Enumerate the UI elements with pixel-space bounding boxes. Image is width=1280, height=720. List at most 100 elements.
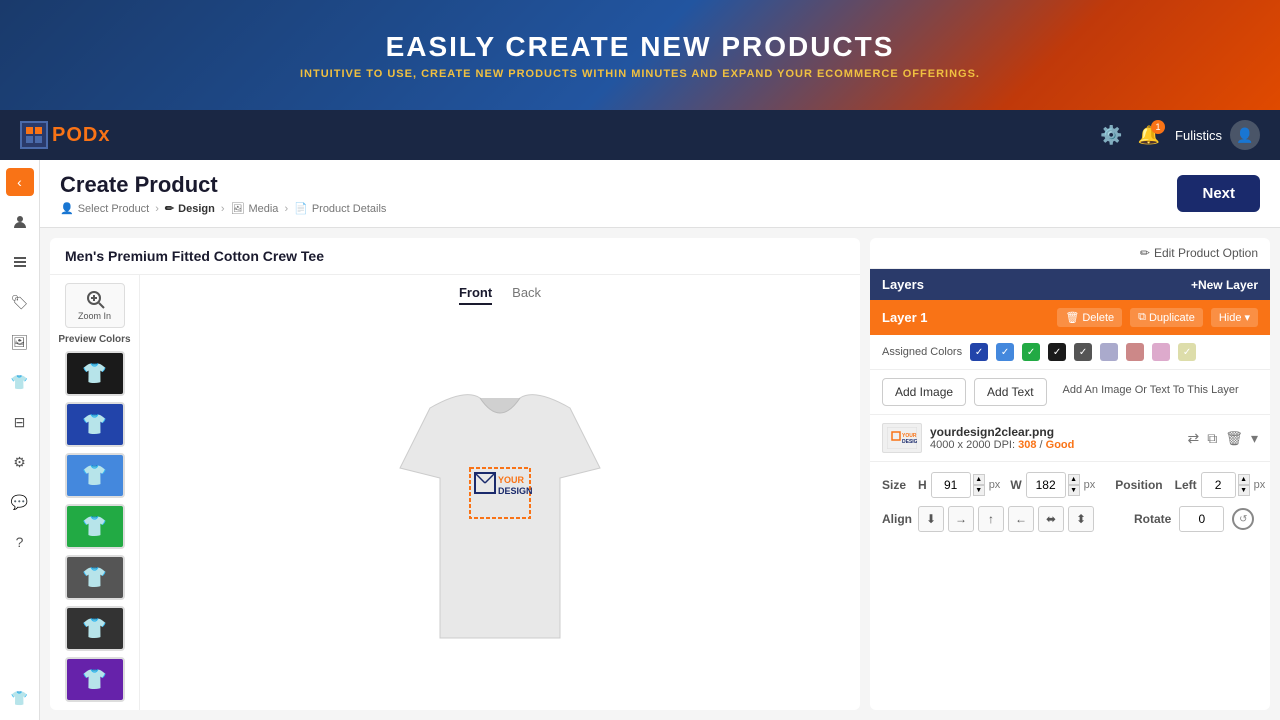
color-swatch-black[interactable]: 👕 bbox=[65, 351, 125, 396]
h-input[interactable] bbox=[931, 472, 971, 498]
color-check-4[interactable]: ✓ bbox=[1048, 343, 1066, 361]
color-panel: Zoom In Preview Colors 👕 👕 👕 bbox=[50, 275, 140, 710]
w-up-button[interactable]: ▲ bbox=[1068, 474, 1080, 485]
h-down-button[interactable]: ▼ bbox=[973, 485, 985, 496]
hide-layer-button[interactable]: Hide ▾ bbox=[1211, 308, 1258, 327]
rotate-group: Rotate 0 ↺ bbox=[1134, 506, 1254, 532]
align-btn-center-h[interactable]: ⬌ bbox=[1038, 506, 1064, 532]
color-check-6[interactable] bbox=[1100, 343, 1118, 361]
tab-front[interactable]: Front bbox=[459, 285, 492, 305]
breadcrumb-sep-2: › bbox=[221, 203, 225, 215]
rotate-label: Rotate bbox=[1134, 512, 1171, 526]
align-buttons: ⬇ → ↑ ← ⬌ ⬍ bbox=[918, 506, 1094, 532]
h-up-button[interactable]: ▲ bbox=[973, 474, 985, 485]
color-swatch-navy[interactable]: 👕 bbox=[65, 402, 125, 447]
color-swatch-blue[interactable]: 👕 bbox=[65, 453, 125, 498]
sidebar-icon-image[interactable]: 🖼 bbox=[6, 328, 34, 356]
main-container: ‹ 🏷 🖼 👕 ⊟ ⚙ 💬 ? 👕 Create Product 👤 Selec… bbox=[0, 160, 1280, 720]
product-name: Men's Premium Fitted Cotton Crew Tee bbox=[50, 238, 860, 275]
add-image-button[interactable]: Add Image bbox=[882, 378, 966, 406]
rotate-icon[interactable]: ↺ bbox=[1232, 508, 1254, 530]
align-btn-top[interactable]: ↑ bbox=[978, 506, 1004, 532]
layer-1-actions: 🗑 Delete ⧉ Duplicate Hide ▾ bbox=[1057, 308, 1258, 327]
settings-icon[interactable]: ⚙️ bbox=[1100, 125, 1122, 146]
w-spinners: ▲ ▼ bbox=[1068, 474, 1080, 496]
color-check-3[interactable]: ✓ bbox=[1022, 343, 1040, 361]
size-position-area: Size H ▲ ▼ px W bbox=[870, 462, 1270, 542]
sidebar-icon-user[interactable] bbox=[6, 208, 34, 236]
navbar: PODx ⚙️ 🔔 1 Fulistics 👤 bbox=[0, 110, 1280, 160]
left-input[interactable] bbox=[1201, 472, 1236, 498]
dpi-value: 308 bbox=[1018, 439, 1036, 451]
tab-back[interactable]: Back bbox=[512, 285, 541, 305]
avatar: 👤 bbox=[1230, 120, 1260, 150]
logo-icon bbox=[20, 121, 48, 149]
sidebar-icon-settings[interactable]: ⚙ bbox=[6, 448, 34, 476]
add-placeholder-text: Add An Image Or Text To This Layer bbox=[1055, 378, 1247, 406]
sidebar-icon-grid[interactable]: ⊟ bbox=[6, 408, 34, 436]
color-swatch-purple[interactable]: 👕 bbox=[65, 657, 125, 702]
copy-icon[interactable]: ⧉ bbox=[1207, 430, 1217, 447]
product-area: Men's Premium Fitted Cotton Crew Tee Zoo… bbox=[40, 228, 1280, 720]
w-label: W bbox=[1010, 478, 1021, 492]
preview-colors-label: Preview Colors bbox=[58, 334, 130, 345]
align-btn-right[interactable]: → bbox=[948, 506, 974, 532]
left-up-button[interactable]: ▲ bbox=[1238, 474, 1250, 485]
h-field-group: ▲ ▼ bbox=[931, 472, 985, 498]
position-group: Position Left ▲ ▼ px Top bbox=[1115, 472, 1270, 498]
logo: PODx bbox=[20, 121, 110, 149]
align-btn-left[interactable]: ← bbox=[1008, 506, 1034, 532]
sidebar-icon-back[interactable]: ‹ bbox=[6, 168, 34, 196]
notification-badge: 1 bbox=[1151, 120, 1165, 134]
duplicate-layer-button[interactable]: ⧉ Duplicate bbox=[1130, 308, 1203, 327]
expand-icon[interactable]: ▾ bbox=[1251, 430, 1258, 447]
sidebar: ‹ 🏷 🖼 👕 ⊟ ⚙ 💬 ? 👕 bbox=[0, 160, 40, 720]
zoom-in-button[interactable]: Zoom In bbox=[65, 283, 125, 328]
w-down-button[interactable]: ▼ bbox=[1068, 485, 1080, 496]
add-buttons-row: Add Image Add Text Add An Image Or Text … bbox=[870, 370, 1270, 415]
new-layer-button[interactable]: +New Layer bbox=[1191, 278, 1258, 292]
zoom-in-label: Zoom In bbox=[78, 311, 111, 321]
delete-icon[interactable]: 🗑 bbox=[1225, 430, 1243, 447]
layers-header: Layers +New Layer bbox=[870, 269, 1270, 300]
edit-product-option-button[interactable]: ✏ Edit Product Option bbox=[1140, 246, 1258, 260]
align-btn-bottom[interactable]: ⬇ bbox=[918, 506, 944, 532]
hero-subtitle: INTUITIVE TO USE, CREATE NEW PRODUCTS WI… bbox=[300, 68, 980, 80]
svg-text:DESIGN: DESIGN bbox=[902, 439, 917, 445]
breadcrumb-select-product[interactable]: 👤 Select Product bbox=[60, 202, 149, 215]
sidebar-icon-shirt[interactable]: 👕 bbox=[6, 368, 34, 396]
sidebar-icon-list[interactable] bbox=[6, 248, 34, 276]
next-button[interactable]: Next bbox=[1177, 175, 1260, 212]
sidebar-icon-help[interactable]: ? bbox=[6, 528, 34, 556]
breadcrumb-sep-1: › bbox=[155, 203, 159, 215]
color-check-9[interactable]: ✓ bbox=[1178, 343, 1196, 361]
sidebar-icon-bottom-shirt[interactable]: 👕 bbox=[6, 684, 34, 712]
assigned-colors-row: Assigned Colors ✓ ✓ ✓ ✓ ✓ ✓ bbox=[870, 335, 1270, 370]
w-input[interactable] bbox=[1026, 472, 1066, 498]
color-check-1[interactable]: ✓ bbox=[970, 343, 988, 361]
color-swatch-charcoal[interactable]: 👕 bbox=[65, 555, 125, 600]
add-text-button[interactable]: Add Text bbox=[974, 378, 1046, 406]
delete-layer-button[interactable]: 🗑 Delete bbox=[1057, 308, 1122, 327]
color-check-8[interactable] bbox=[1152, 343, 1170, 361]
color-check-5[interactable]: ✓ bbox=[1074, 343, 1092, 361]
color-swatch-green[interactable]: 👕 bbox=[65, 504, 125, 549]
breadcrumb-design[interactable]: ✏ Design bbox=[165, 202, 215, 215]
replace-icon[interactable]: ⇄ bbox=[1187, 430, 1199, 447]
view-tabs: Front Back bbox=[459, 285, 541, 305]
navbar-right: ⚙️ 🔔 1 Fulistics 👤 bbox=[1100, 120, 1260, 150]
color-check-7[interactable] bbox=[1126, 343, 1144, 361]
notifications-icon[interactable]: 🔔 1 bbox=[1138, 125, 1160, 146]
color-swatch-dark[interactable]: 👕 bbox=[65, 606, 125, 651]
breadcrumb-product-details[interactable]: 📄 Product Details bbox=[294, 202, 386, 215]
h-unit: px bbox=[989, 479, 1001, 491]
sidebar-icon-tag[interactable]: 🏷 bbox=[6, 288, 34, 316]
breadcrumb-sep-3: › bbox=[284, 203, 288, 215]
layer-1-item[interactable]: Layer 1 🗑 Delete ⧉ Duplicate Hide ▾ bbox=[870, 300, 1270, 335]
color-check-2[interactable]: ✓ bbox=[996, 343, 1014, 361]
align-btn-center-v[interactable]: ⬍ bbox=[1068, 506, 1094, 532]
left-spinners: ▲ ▼ bbox=[1238, 474, 1250, 496]
sidebar-icon-chat[interactable]: 💬 bbox=[6, 488, 34, 516]
left-down-button[interactable]: ▼ bbox=[1238, 485, 1250, 496]
breadcrumb-media[interactable]: 🖼 Media bbox=[231, 202, 279, 215]
